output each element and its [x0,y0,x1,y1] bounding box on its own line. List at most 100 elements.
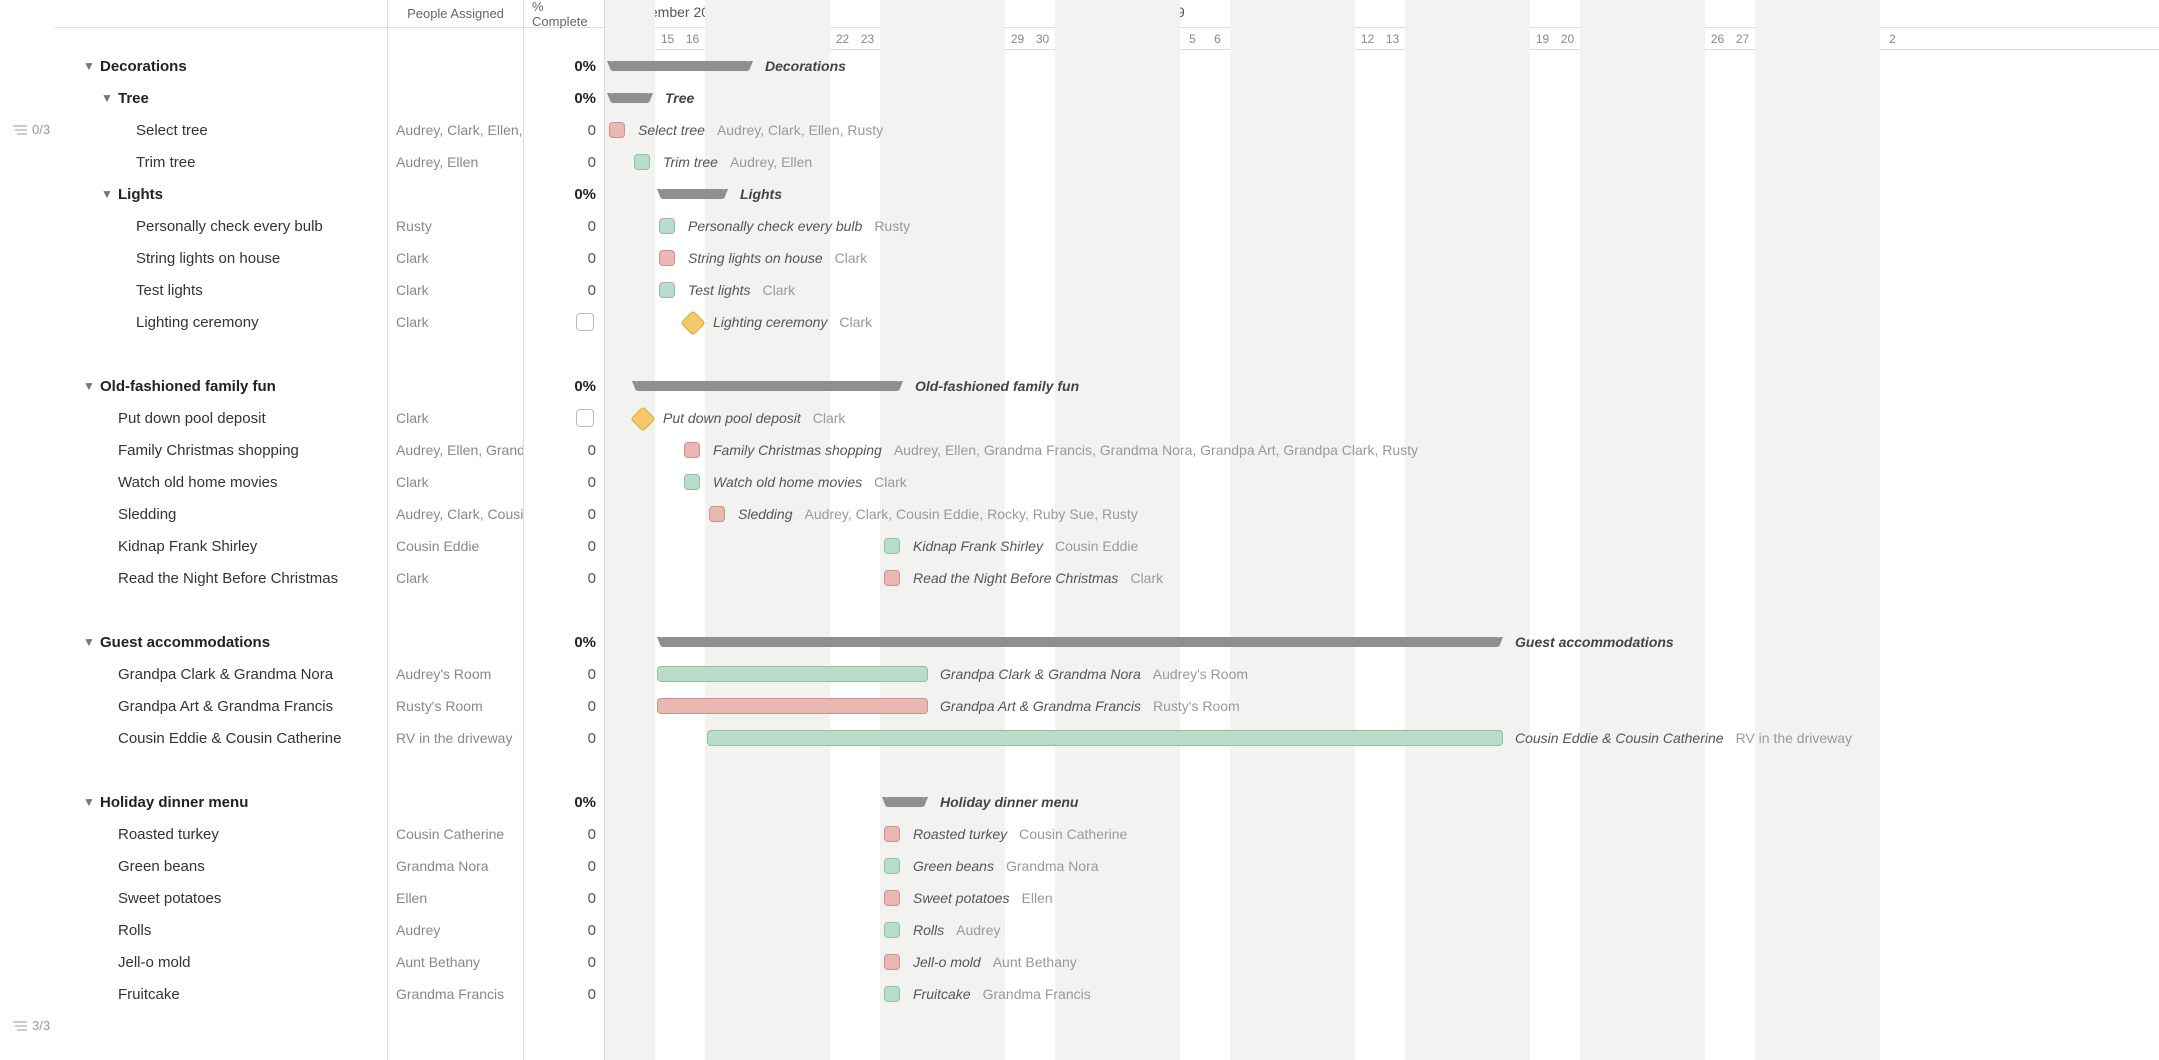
people-cell[interactable] [388,370,523,402]
complete-cell[interactable]: 0 [524,946,604,978]
summary-bar[interactable] [886,797,924,807]
people-cell[interactable]: Ellen [388,882,523,914]
complete-cell[interactable]: 0 [524,722,604,754]
complete-cell[interactable]: 0 [524,434,604,466]
task-row[interactable]: ▼Lights [55,178,387,210]
checkbox-icon[interactable] [576,313,594,331]
task-square[interactable] [634,154,650,170]
task-square[interactable] [684,442,700,458]
task-row[interactable]: ▼Old-fashioned family fun [55,370,387,402]
people-cell[interactable]: Clark [388,402,523,434]
people-cell[interactable]: Audrey [388,914,523,946]
people-cell[interactable]: Cousin Eddie [388,530,523,562]
complete-cell[interactable]: 0 [524,850,604,882]
toggle-icon[interactable]: ▼ [83,379,95,393]
task-bar[interactable] [707,730,1503,746]
toggle-icon[interactable]: ▼ [83,59,95,73]
complete-cell[interactable]: 0 [524,114,604,146]
people-cell[interactable]: Cousin Catherine [388,818,523,850]
task-row[interactable]: ▼Sledding [55,498,387,530]
task-square[interactable] [884,922,900,938]
complete-cell[interactable]: 0 [524,914,604,946]
toggle-icon[interactable]: ▼ [101,91,113,105]
complete-cell[interactable]: 0 [524,978,604,1010]
toggle-icon[interactable]: ▼ [83,635,95,649]
task-square[interactable] [659,282,675,298]
task-row[interactable]: ▼Roasted turkey [55,818,387,850]
margin-indicator[interactable]: 0/3 [12,122,50,137]
people-cell[interactable]: Clark [388,242,523,274]
task-row[interactable]: ▼Read the Night Before Christmas [55,562,387,594]
task-square[interactable] [884,858,900,874]
task-row[interactable]: ▼Lighting ceremony [55,306,387,338]
task-row[interactable]: ▼Sweet potatoes [55,882,387,914]
summary-bar[interactable] [611,61,749,71]
task-row[interactable]: ▼Rolls [55,914,387,946]
people-cell[interactable] [388,786,523,818]
toggle-icon[interactable]: ▼ [101,187,113,201]
toggle-icon[interactable]: ▼ [83,795,95,809]
people-cell[interactable]: RV in the driveway [388,722,523,754]
task-row[interactable]: ▼Decorations [55,50,387,82]
people-cell[interactable] [388,178,523,210]
task-square[interactable] [609,122,625,138]
complete-cell[interactable]: 0 [524,530,604,562]
complete-cell[interactable]: 0 [524,146,604,178]
task-row[interactable]: ▼Grandpa Art & Grandma Francis [55,690,387,722]
complete-cell[interactable] [524,402,604,434]
summary-bar[interactable] [661,637,1499,647]
people-cell[interactable]: Grandma Francis [388,978,523,1010]
task-row[interactable]: ▼String lights on house [55,242,387,274]
people-cell[interactable]: Clark [388,274,523,306]
complete-header[interactable]: % Complete [524,0,604,28]
task-row[interactable]: ▼Test lights [55,274,387,306]
people-cell[interactable]: Audrey, Clark, Cousin Eddie [388,498,523,530]
complete-cell[interactable] [524,306,604,338]
task-bar[interactable] [657,698,928,714]
complete-cell[interactable]: 0 [524,562,604,594]
task-square[interactable] [659,218,675,234]
people-cell[interactable]: Audrey, Ellen, Grandma Francis [388,434,523,466]
summary-bar[interactable] [636,381,899,391]
complete-cell[interactable]: 0% [524,370,604,402]
complete-cell[interactable]: 0% [524,82,604,114]
people-cell[interactable]: Grandma Nora [388,850,523,882]
task-row[interactable]: ▼Grandpa Clark & Grandma Nora [55,658,387,690]
task-row[interactable]: ▼Select tree [55,114,387,146]
task-row[interactable]: ▼Jell-o mold [55,946,387,978]
people-cell[interactable]: Audrey, Clark, Ellen, Rusty [388,114,523,146]
task-row[interactable]: ▼Cousin Eddie & Cousin Catherine [55,722,387,754]
people-header[interactable]: People Assigned [388,0,523,28]
complete-cell[interactable]: 0 [524,466,604,498]
task-square[interactable] [884,570,900,586]
task-row[interactable]: ▼Watch old home movies [55,466,387,498]
task-row[interactable]: ▼Trim tree [55,146,387,178]
complete-cell[interactable]: 0 [524,818,604,850]
people-cell[interactable]: Clark [388,562,523,594]
task-row[interactable]: ▼Fruitcake [55,978,387,1010]
complete-cell[interactable]: 0 [524,690,604,722]
complete-cell[interactable]: 0% [524,786,604,818]
task-square[interactable] [884,826,900,842]
gantt-area[interactable]: December 2018January 2019 13141516171819… [605,0,2159,1060]
people-cell[interactable]: Audrey, Ellen [388,146,523,178]
complete-cell[interactable]: 0% [524,626,604,658]
people-cell[interactable]: Aunt Bethany [388,946,523,978]
task-row[interactable]: ▼Holiday dinner menu [55,786,387,818]
people-cell[interactable]: Clark [388,466,523,498]
task-row[interactable]: ▼Green beans [55,850,387,882]
complete-cell[interactable]: 0 [524,274,604,306]
milestone-icon[interactable] [680,310,705,335]
summary-bar[interactable] [611,93,649,103]
people-cell[interactable] [388,50,523,82]
complete-cell[interactable]: 0 [524,658,604,690]
people-cell[interactable]: Rusty's Room [388,690,523,722]
complete-cell[interactable]: 0% [524,178,604,210]
milestone-icon[interactable] [630,406,655,431]
task-square[interactable] [884,986,900,1002]
people-cell[interactable]: Clark [388,306,523,338]
task-row[interactable]: ▼Family Christmas shopping [55,434,387,466]
task-square[interactable] [684,474,700,490]
people-cell[interactable] [388,626,523,658]
task-row[interactable]: ▼Personally check every bulb [55,210,387,242]
